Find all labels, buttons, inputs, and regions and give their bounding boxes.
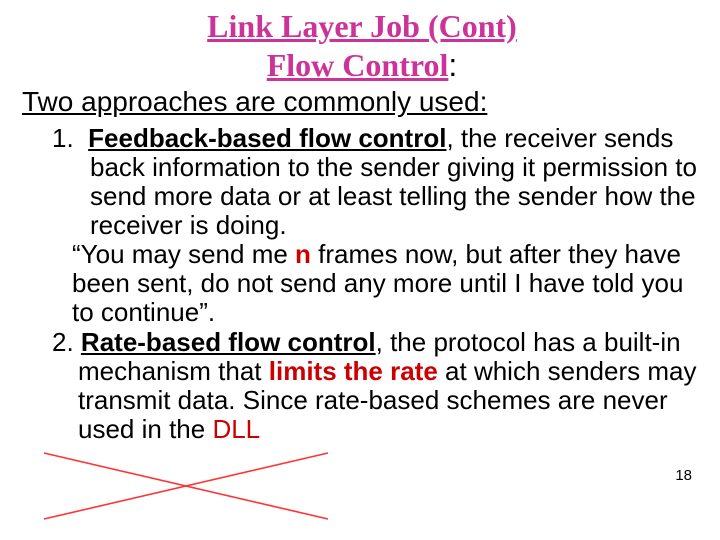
subtitle-text: Flow Control bbox=[267, 47, 449, 83]
strike-x-icon bbox=[36, 449, 336, 523]
list-item-2: 2. Rate-based flow control, the protocol… bbox=[22, 328, 702, 444]
slide: Link Layer Job (Cont) Flow Control: Two … bbox=[0, 0, 720, 540]
body-text: 1. Feedback-based flow control, the rece… bbox=[22, 124, 702, 444]
item2-number: 2. bbox=[52, 327, 74, 357]
item1-number: 1. bbox=[52, 123, 74, 153]
item1-quote: “You may send me n frames now, but after… bbox=[22, 240, 702, 327]
quote-n: n bbox=[295, 239, 311, 269]
strike-annotation bbox=[36, 449, 336, 523]
item2-lead: Rate-based flow control bbox=[81, 327, 376, 357]
page-number: 18 bbox=[675, 467, 692, 484]
slide-title: Link Layer Job (Cont) bbox=[22, 8, 702, 45]
item2-limits: limits the rate bbox=[269, 356, 438, 386]
item1-lead: Feedback-based flow control bbox=[88, 123, 446, 153]
item2-dll: DLL bbox=[212, 414, 260, 444]
list-item-1: 1. Feedback-based flow control, the rece… bbox=[22, 124, 702, 240]
slide-subtitle: Flow Control: bbox=[22, 47, 702, 84]
quote-pre: “You may send me bbox=[72, 239, 295, 269]
subtitle-colon: : bbox=[448, 47, 457, 83]
intro-line: Two approaches are commonly used: bbox=[22, 86, 702, 118]
